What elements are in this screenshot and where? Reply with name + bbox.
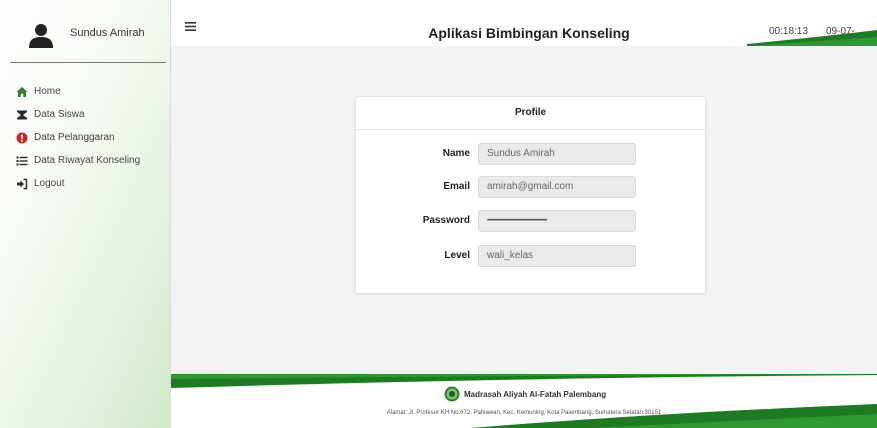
name-label: Name <box>442 148 470 159</box>
sidebar-item-label: Home <box>34 86 61 97</box>
sidebar: Sundus Amirah Home Data Siswa Data Pelan… <box>0 0 171 428</box>
profile-row-password: Password •••••••••••••••••••••••••••••••… <box>356 210 705 232</box>
student-icon <box>17 110 27 119</box>
exclamation-circle-icon <box>16 132 28 143</box>
sidebar-item-label: Data Riwayat Konseling <box>34 155 141 166</box>
password-field[interactable]: ••••••••••••••••••••••••••••••••••••••••… <box>478 210 636 232</box>
sidebar-item-label: Logout <box>34 178 65 189</box>
sidebar-item-label: Data Pelanggaran <box>34 132 115 143</box>
footer: Madrasah Aliyah Al-Fatah Palembang Alama… <box>171 374 877 428</box>
profile-card: Profile Name Sundus Amirah Email amirah@… <box>355 96 706 294</box>
profile-row-email: Email amirah@gmail.com <box>356 176 705 198</box>
school-logo-icon <box>444 386 460 402</box>
user-panel: Sundus Amirah <box>10 8 162 58</box>
user-name: Sundus Amirah <box>70 27 145 39</box>
app-page: Sundus Amirah Home Data Siswa Data Pelan… <box>0 0 877 428</box>
name-field[interactable]: Sundus Amirah <box>478 143 636 165</box>
top-header: Aplikasi Bimbingan Konseling 00:18:13 09… <box>171 0 877 46</box>
sidebar-item-data-siswa[interactable]: Data Siswa <box>12 103 170 126</box>
school-name: Madrasah Aliyah Al-Fatah Palembang <box>464 390 607 399</box>
school-address: Alamat: Jl. Profesor KH No.672, Pahlawan… <box>386 410 662 416</box>
header-decoration <box>747 30 877 46</box>
sidebar-divider <box>10 62 166 63</box>
profile-row-name: Name Sundus Amirah <box>356 143 705 165</box>
email-field[interactable]: amirah@gmail.com <box>478 176 636 198</box>
email-label: Email <box>443 181 470 192</box>
home-icon <box>16 86 28 97</box>
sidebar-item-logout[interactable]: Logout <box>12 172 170 195</box>
sidebar-item-label: Data Siswa <box>34 109 85 120</box>
list-icon <box>16 156 28 165</box>
profile-card-title: Profile <box>356 97 705 130</box>
password-label: Password <box>422 215 470 226</box>
sidebar-item-data-riwayat-konseling[interactable]: Data Riwayat Konseling <box>12 149 170 172</box>
profile-row-level: Level wali_kelas <box>356 245 705 267</box>
logout-icon <box>17 178 28 189</box>
footer-background <box>171 374 877 428</box>
user-icon <box>29 24 53 48</box>
level-field[interactable]: wali_kelas <box>478 245 636 267</box>
level-label: Level <box>444 250 470 261</box>
sidebar-nav: Home Data Siswa Data Pelanggaran Data Ri… <box>12 80 170 195</box>
sidebar-item-data-pelanggaran[interactable]: Data Pelanggaran <box>12 126 170 149</box>
sidebar-item-home[interactable]: Home <box>12 80 170 103</box>
